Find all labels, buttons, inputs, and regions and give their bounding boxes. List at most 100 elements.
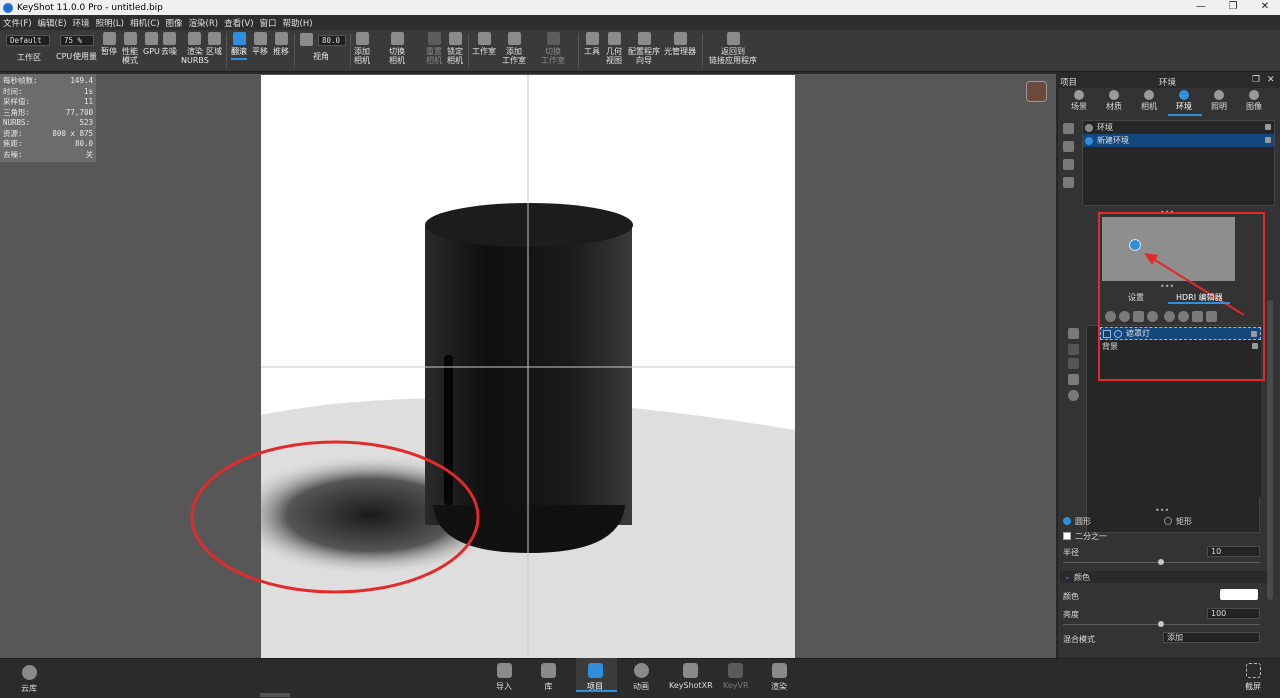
minimize-button[interactable]: — [1186,0,1216,15]
tools-button[interactable]: 工具 [584,32,600,56]
add-camera-label: 添加 相机 [354,47,370,65]
perspective-icon-button[interactable] [300,33,313,48]
list-item[interactable]: 新建环境 [1083,134,1274,147]
cloud-library-button[interactable]: 云库 [21,665,37,694]
menu-edit[interactable]: 编辑(E) [38,17,67,29]
zoom-select[interactable]: 75 % [60,35,94,46]
performance-mode-button[interactable]: 性能 模式 [122,32,138,65]
pause-button[interactable]: 暂停 [101,32,117,56]
radius-slider-knob[interactable] [1158,559,1164,565]
brightness-input[interactable]: 100 [1207,608,1260,619]
move-down-icon[interactable] [1068,358,1079,369]
dolly-button[interactable]: 推移 [273,32,289,56]
blend-mode-select[interactable]: 添加 [1163,632,1260,643]
tab-material[interactable]: 材质 [1100,90,1128,112]
cpu-button[interactable]: CPU [56,52,72,61]
menu-camera[interactable]: 相机(C) [130,17,160,29]
menu-window[interactable]: 窗口 [260,17,277,29]
gpu-button[interactable]: GPU [143,32,160,56]
move-up-icon[interactable] [1068,344,1079,355]
half-checkbox[interactable] [1063,532,1071,540]
radio-circle[interactable] [1063,517,1071,525]
panel-scrollbar[interactable] [1267,300,1273,600]
book-icon [541,663,556,678]
pan-button[interactable]: 平移 [252,32,268,56]
keyvr-button[interactable]: KeyVR [723,663,749,690]
menu-file[interactable]: 文件(F) [3,17,32,29]
stat-row: 时间: 1s [3,86,93,96]
light-manager-button[interactable]: 光管理器 [664,32,696,56]
color-swatch[interactable] [1220,589,1258,600]
switch-camera-button[interactable]: 切换 相机 [389,32,405,65]
workspace-button[interactable]: 工作区 [17,53,41,62]
usage-button[interactable]: 使用量 [73,52,97,61]
lock-camera-button[interactable]: 锁定 相机 [447,32,463,65]
menu-help[interactable]: 帮助(H) [283,17,313,29]
open-folder-icon[interactable] [1068,374,1079,385]
add-studio-button[interactable]: 添加 工作室 [502,32,526,65]
library-button[interactable]: 库 [541,663,556,692]
color-section-header[interactable]: ⌄ 颜色 [1060,571,1270,583]
screenshot-button[interactable]: 截屏 [1245,663,1261,692]
radio-rect[interactable] [1164,517,1172,525]
studio-button[interactable]: 工作室 [472,32,496,56]
list-item[interactable]: 环境 [1083,121,1274,134]
animation-button[interactable]: 动画 [633,663,649,692]
render-button[interactable]: 渲染 [771,663,787,692]
import-button[interactable]: 导入 [496,663,512,692]
material-icon [1109,90,1119,100]
panel-float-icon[interactable]: ❐ [1252,75,1260,85]
restore-button[interactable]: ❐ [1218,0,1248,15]
fov-input[interactable]: 80.0 [318,35,346,46]
tab-scene[interactable]: 场景 [1065,90,1093,112]
menu-render[interactable]: 渲染(R) [189,17,219,29]
tumble-button[interactable]: 翻滚 [231,32,247,60]
project-button[interactable]: 项目 [587,663,603,692]
bottom-scroll-indicator[interactable] [260,693,290,697]
lock-icon[interactable] [1265,137,1271,143]
denoise-button[interactable]: 去噪 [161,32,177,56]
close-button[interactable]: ✕ [1250,0,1280,15]
render-nurbs-button[interactable]: 渲染 NURBS [181,32,209,65]
add-camera-button[interactable]: 添加 相机 [354,32,370,65]
back-to-app-button[interactable]: 返回到 链接应用程序 [709,32,757,65]
annotation-highlight-box [1098,212,1265,381]
menu-lighting[interactable]: 照明(L) [96,17,124,29]
tab-camera[interactable]: 相机 [1135,90,1163,112]
project-label: 项目 [587,682,603,691]
delete-env-icon[interactable] [1063,177,1074,188]
splitter-handle[interactable]: ••• [1155,506,1169,515]
stat-row: 三角形: 77,700 [3,107,93,117]
toolbar-divider [702,34,703,68]
perspective-button[interactable]: 视角 [313,52,329,61]
menu-environment[interactable]: 环境 [73,17,90,29]
tab-environment[interactable]: 环境 [1170,90,1198,112]
menu-view[interactable]: 查看(V) [224,17,253,29]
radius-input[interactable]: 10 [1207,546,1260,557]
delete-light-icon[interactable] [1068,328,1079,339]
preset-select[interactable]: Default [6,35,50,46]
menu-image[interactable]: 图像 [166,17,183,29]
copy-env-icon[interactable] [1063,159,1074,170]
library-label: 库 [544,682,553,691]
brightness-slider-knob[interactable] [1158,621,1164,627]
viewport-environment-icon[interactable] [1026,81,1047,102]
add-env-icon[interactable] [1063,141,1074,152]
geometry-view-button[interactable]: 几何 视图 [606,32,622,65]
lock-icon[interactable] [1265,124,1271,130]
environment-dot-icon [1085,136,1093,145]
switch-studio-button[interactable]: 切换 工作室 [541,32,565,65]
toolbar-divider [350,34,351,68]
lighting-icon [1214,90,1224,100]
panel-close-icon[interactable]: ✕ [1267,75,1275,85]
tab-image[interactable]: 图像 [1240,90,1268,112]
region-button[interactable]: 区域 [206,32,222,56]
back-to-app-icon [726,32,740,45]
keyshotxr-button[interactable]: KeyShotXR [669,663,713,690]
tab-lighting[interactable]: 照明 [1205,90,1233,112]
reset-camera-button[interactable]: 重置 相机 [426,32,442,65]
target-icon[interactable] [1068,390,1079,401]
denoise-label: 去噪 [161,47,177,56]
config-wizard-button[interactable]: 配置程序 向导 [628,32,660,65]
duplicate-env-icon[interactable] [1063,123,1074,134]
